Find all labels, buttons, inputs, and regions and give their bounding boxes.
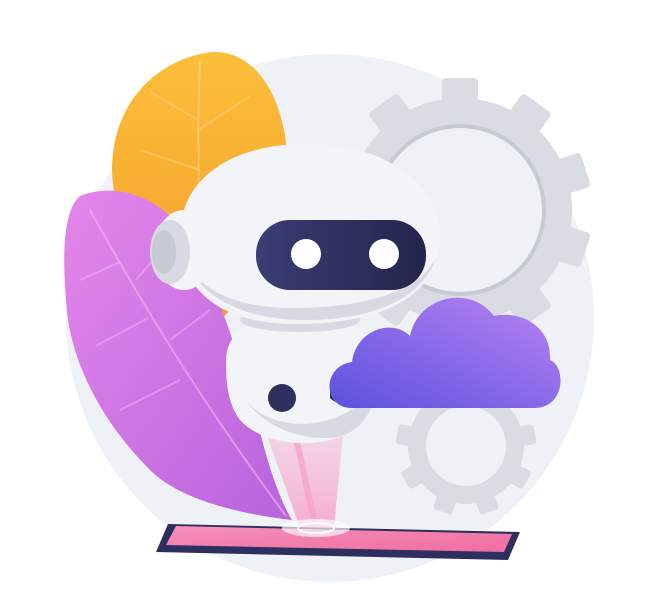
illustration-canvas — [64, 51, 594, 582]
robot-eye-left — [291, 239, 321, 269]
robot-chest-button — [268, 384, 296, 412]
hologram-base — [282, 519, 350, 537]
robot-illustration — [0, 0, 670, 612]
robot-visor — [256, 220, 426, 290]
robot-eye-right — [369, 239, 399, 269]
